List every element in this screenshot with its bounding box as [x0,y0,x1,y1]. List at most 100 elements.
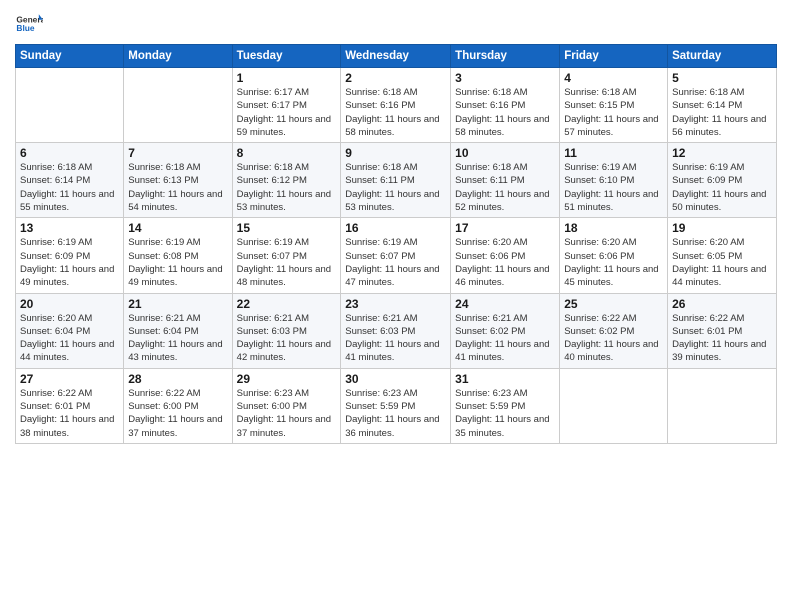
day-number: 18 [564,221,663,235]
day-number: 14 [128,221,227,235]
calendar-cell: 2Sunrise: 6:18 AM Sunset: 6:16 PM Daylig… [341,68,451,143]
day-info: Sunrise: 6:18 AM Sunset: 6:12 PM Dayligh… [237,161,337,214]
calendar-cell: 28Sunrise: 6:22 AM Sunset: 6:00 PM Dayli… [124,368,232,443]
weekday-header-thursday: Thursday [451,45,560,68]
calendar-cell: 23Sunrise: 6:21 AM Sunset: 6:03 PM Dayli… [341,293,451,368]
weekday-header-friday: Friday [560,45,668,68]
day-info: Sunrise: 6:23 AM Sunset: 5:59 PM Dayligh… [345,387,446,440]
day-number: 10 [455,146,555,160]
day-number: 15 [237,221,337,235]
week-row-3: 13Sunrise: 6:19 AM Sunset: 6:09 PM Dayli… [16,218,777,293]
day-info: Sunrise: 6:22 AM Sunset: 6:01 PM Dayligh… [20,387,119,440]
day-info: Sunrise: 6:19 AM Sunset: 6:08 PM Dayligh… [128,236,227,289]
day-number: 31 [455,372,555,386]
calendar-cell: 20Sunrise: 6:20 AM Sunset: 6:04 PM Dayli… [16,293,124,368]
day-number: 7 [128,146,227,160]
day-info: Sunrise: 6:22 AM Sunset: 6:01 PM Dayligh… [672,312,772,365]
day-number: 26 [672,297,772,311]
logo-icon: General Blue [15,10,43,38]
day-info: Sunrise: 6:17 AM Sunset: 6:17 PM Dayligh… [237,86,337,139]
day-number: 30 [345,372,446,386]
weekday-header-saturday: Saturday [668,45,777,68]
day-info: Sunrise: 6:20 AM Sunset: 6:05 PM Dayligh… [672,236,772,289]
calendar-cell [124,68,232,143]
calendar-cell [668,368,777,443]
day-info: Sunrise: 6:19 AM Sunset: 6:09 PM Dayligh… [672,161,772,214]
day-info: Sunrise: 6:18 AM Sunset: 6:15 PM Dayligh… [564,86,663,139]
calendar-cell: 1Sunrise: 6:17 AM Sunset: 6:17 PM Daylig… [232,68,341,143]
svg-text:Blue: Blue [16,23,34,33]
calendar-cell: 31Sunrise: 6:23 AM Sunset: 5:59 PM Dayli… [451,368,560,443]
day-info: Sunrise: 6:18 AM Sunset: 6:11 PM Dayligh… [345,161,446,214]
weekday-header-row: SundayMondayTuesdayWednesdayThursdayFrid… [16,45,777,68]
week-row-4: 20Sunrise: 6:20 AM Sunset: 6:04 PM Dayli… [16,293,777,368]
day-number: 16 [345,221,446,235]
day-number: 9 [345,146,446,160]
day-number: 8 [237,146,337,160]
calendar-cell: 25Sunrise: 6:22 AM Sunset: 6:02 PM Dayli… [560,293,668,368]
calendar-cell: 27Sunrise: 6:22 AM Sunset: 6:01 PM Dayli… [16,368,124,443]
day-info: Sunrise: 6:23 AM Sunset: 6:00 PM Dayligh… [237,387,337,440]
calendar-cell: 3Sunrise: 6:18 AM Sunset: 6:16 PM Daylig… [451,68,560,143]
day-info: Sunrise: 6:18 AM Sunset: 6:11 PM Dayligh… [455,161,555,214]
calendar-cell: 30Sunrise: 6:23 AM Sunset: 5:59 PM Dayli… [341,368,451,443]
day-info: Sunrise: 6:20 AM Sunset: 6:06 PM Dayligh… [455,236,555,289]
day-info: Sunrise: 6:21 AM Sunset: 6:04 PM Dayligh… [128,312,227,365]
week-row-5: 27Sunrise: 6:22 AM Sunset: 6:01 PM Dayli… [16,368,777,443]
calendar-cell: 6Sunrise: 6:18 AM Sunset: 6:14 PM Daylig… [16,143,124,218]
day-info: Sunrise: 6:21 AM Sunset: 6:03 PM Dayligh… [237,312,337,365]
day-number: 22 [237,297,337,311]
day-number: 28 [128,372,227,386]
day-info: Sunrise: 6:19 AM Sunset: 6:07 PM Dayligh… [237,236,337,289]
calendar-cell [16,68,124,143]
day-number: 25 [564,297,663,311]
calendar-cell: 11Sunrise: 6:19 AM Sunset: 6:10 PM Dayli… [560,143,668,218]
calendar-cell: 24Sunrise: 6:21 AM Sunset: 6:02 PM Dayli… [451,293,560,368]
weekday-header-wednesday: Wednesday [341,45,451,68]
day-info: Sunrise: 6:22 AM Sunset: 6:00 PM Dayligh… [128,387,227,440]
day-info: Sunrise: 6:18 AM Sunset: 6:16 PM Dayligh… [455,86,555,139]
weekday-header-monday: Monday [124,45,232,68]
calendar-cell: 18Sunrise: 6:20 AM Sunset: 6:06 PM Dayli… [560,218,668,293]
day-number: 2 [345,71,446,85]
page: General Blue SundayMondayTuesdayWednesda… [0,0,792,612]
day-number: 17 [455,221,555,235]
header: General Blue [15,10,777,38]
day-info: Sunrise: 6:22 AM Sunset: 6:02 PM Dayligh… [564,312,663,365]
calendar-cell: 17Sunrise: 6:20 AM Sunset: 6:06 PM Dayli… [451,218,560,293]
day-info: Sunrise: 6:20 AM Sunset: 6:06 PM Dayligh… [564,236,663,289]
day-info: Sunrise: 6:18 AM Sunset: 6:14 PM Dayligh… [672,86,772,139]
calendar-cell: 9Sunrise: 6:18 AM Sunset: 6:11 PM Daylig… [341,143,451,218]
calendar-table: SundayMondayTuesdayWednesdayThursdayFrid… [15,44,777,444]
day-number: 11 [564,146,663,160]
day-number: 20 [20,297,119,311]
day-info: Sunrise: 6:19 AM Sunset: 6:09 PM Dayligh… [20,236,119,289]
day-info: Sunrise: 6:19 AM Sunset: 6:10 PM Dayligh… [564,161,663,214]
day-number: 5 [672,71,772,85]
calendar-cell: 19Sunrise: 6:20 AM Sunset: 6:05 PM Dayli… [668,218,777,293]
day-number: 29 [237,372,337,386]
calendar-cell: 29Sunrise: 6:23 AM Sunset: 6:00 PM Dayli… [232,368,341,443]
day-info: Sunrise: 6:18 AM Sunset: 6:14 PM Dayligh… [20,161,119,214]
calendar-cell: 14Sunrise: 6:19 AM Sunset: 6:08 PM Dayli… [124,218,232,293]
day-info: Sunrise: 6:21 AM Sunset: 6:02 PM Dayligh… [455,312,555,365]
logo: General Blue [15,10,43,38]
day-info: Sunrise: 6:18 AM Sunset: 6:13 PM Dayligh… [128,161,227,214]
day-number: 3 [455,71,555,85]
calendar-cell: 15Sunrise: 6:19 AM Sunset: 6:07 PM Dayli… [232,218,341,293]
day-number: 6 [20,146,119,160]
calendar-cell: 22Sunrise: 6:21 AM Sunset: 6:03 PM Dayli… [232,293,341,368]
day-number: 13 [20,221,119,235]
calendar-cell: 10Sunrise: 6:18 AM Sunset: 6:11 PM Dayli… [451,143,560,218]
day-number: 21 [128,297,227,311]
calendar-cell: 12Sunrise: 6:19 AM Sunset: 6:09 PM Dayli… [668,143,777,218]
weekday-header-sunday: Sunday [16,45,124,68]
calendar-cell: 26Sunrise: 6:22 AM Sunset: 6:01 PM Dayli… [668,293,777,368]
calendar-cell: 4Sunrise: 6:18 AM Sunset: 6:15 PM Daylig… [560,68,668,143]
day-info: Sunrise: 6:20 AM Sunset: 6:04 PM Dayligh… [20,312,119,365]
day-number: 24 [455,297,555,311]
week-row-1: 1Sunrise: 6:17 AM Sunset: 6:17 PM Daylig… [16,68,777,143]
weekday-header-tuesday: Tuesday [232,45,341,68]
day-number: 27 [20,372,119,386]
day-info: Sunrise: 6:19 AM Sunset: 6:07 PM Dayligh… [345,236,446,289]
